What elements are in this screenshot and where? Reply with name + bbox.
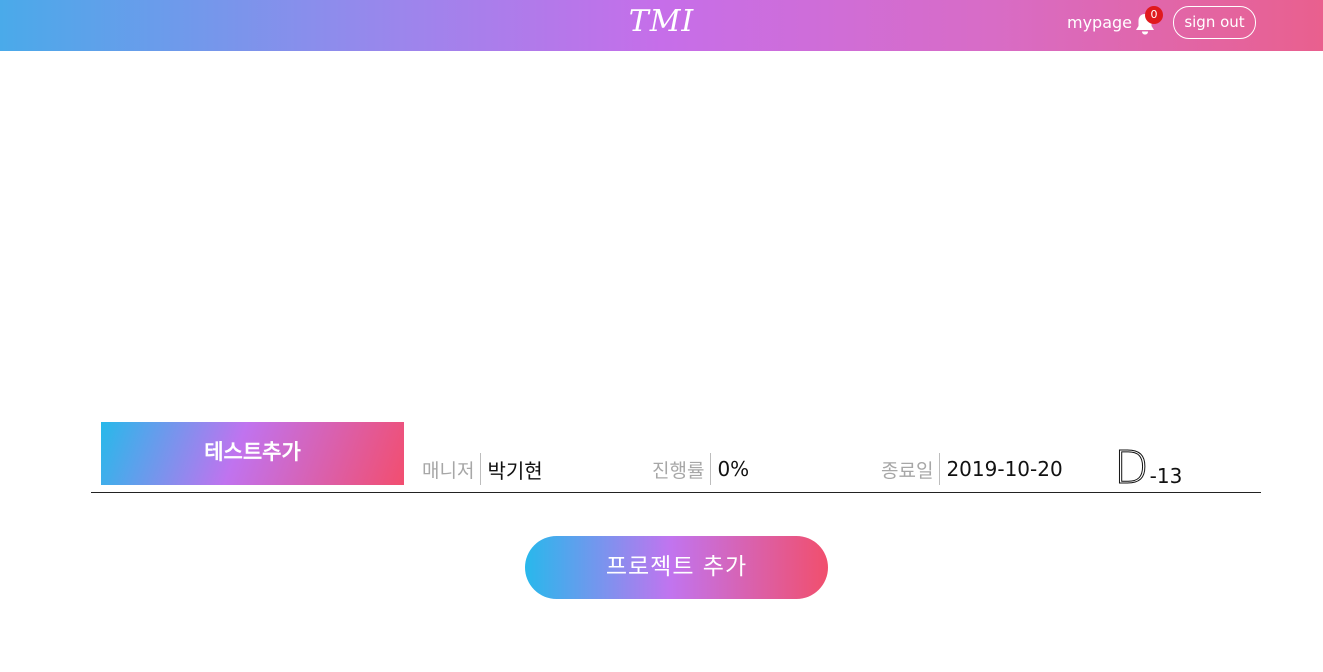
end-date-label: 종료일 bbox=[881, 459, 934, 482]
d-day-letter: D bbox=[1114, 441, 1150, 495]
d-day-value: -13 bbox=[1149, 464, 1183, 488]
top-navigation-bar: TMI mypage 0 sign out bbox=[0, 0, 1323, 51]
d-day-indicator: D-13 bbox=[1114, 441, 1183, 495]
end-date-field: 종료일 2019-10-20 bbox=[881, 453, 1063, 485]
manager-label: 매니저 bbox=[422, 459, 475, 482]
sign-out-button[interactable]: sign out bbox=[1173, 6, 1256, 39]
manager-field: 매니저 박기현 bbox=[422, 453, 543, 485]
notification-count-badge: 0 bbox=[1145, 6, 1163, 24]
field-divider bbox=[710, 453, 712, 485]
progress-value: 0% bbox=[717, 457, 750, 481]
manager-value: 박기현 bbox=[487, 458, 543, 483]
progress-label: 진행률 bbox=[652, 459, 705, 482]
end-date-value: 2019-10-20 bbox=[946, 457, 1063, 481]
field-divider bbox=[480, 453, 482, 485]
add-project-button[interactable]: 프로젝트 추가 bbox=[525, 536, 828, 599]
mypage-link[interactable]: mypage bbox=[1067, 13, 1132, 32]
progress-field: 진행률 0% bbox=[652, 453, 749, 485]
project-name-button[interactable]: 테스트추가 bbox=[101, 422, 404, 485]
project-row[interactable]: 테스트추가 매니저 박기현 진행률 0% 종료일 2019-10-20 D-13 bbox=[91, 421, 1261, 495]
field-divider bbox=[939, 453, 941, 485]
